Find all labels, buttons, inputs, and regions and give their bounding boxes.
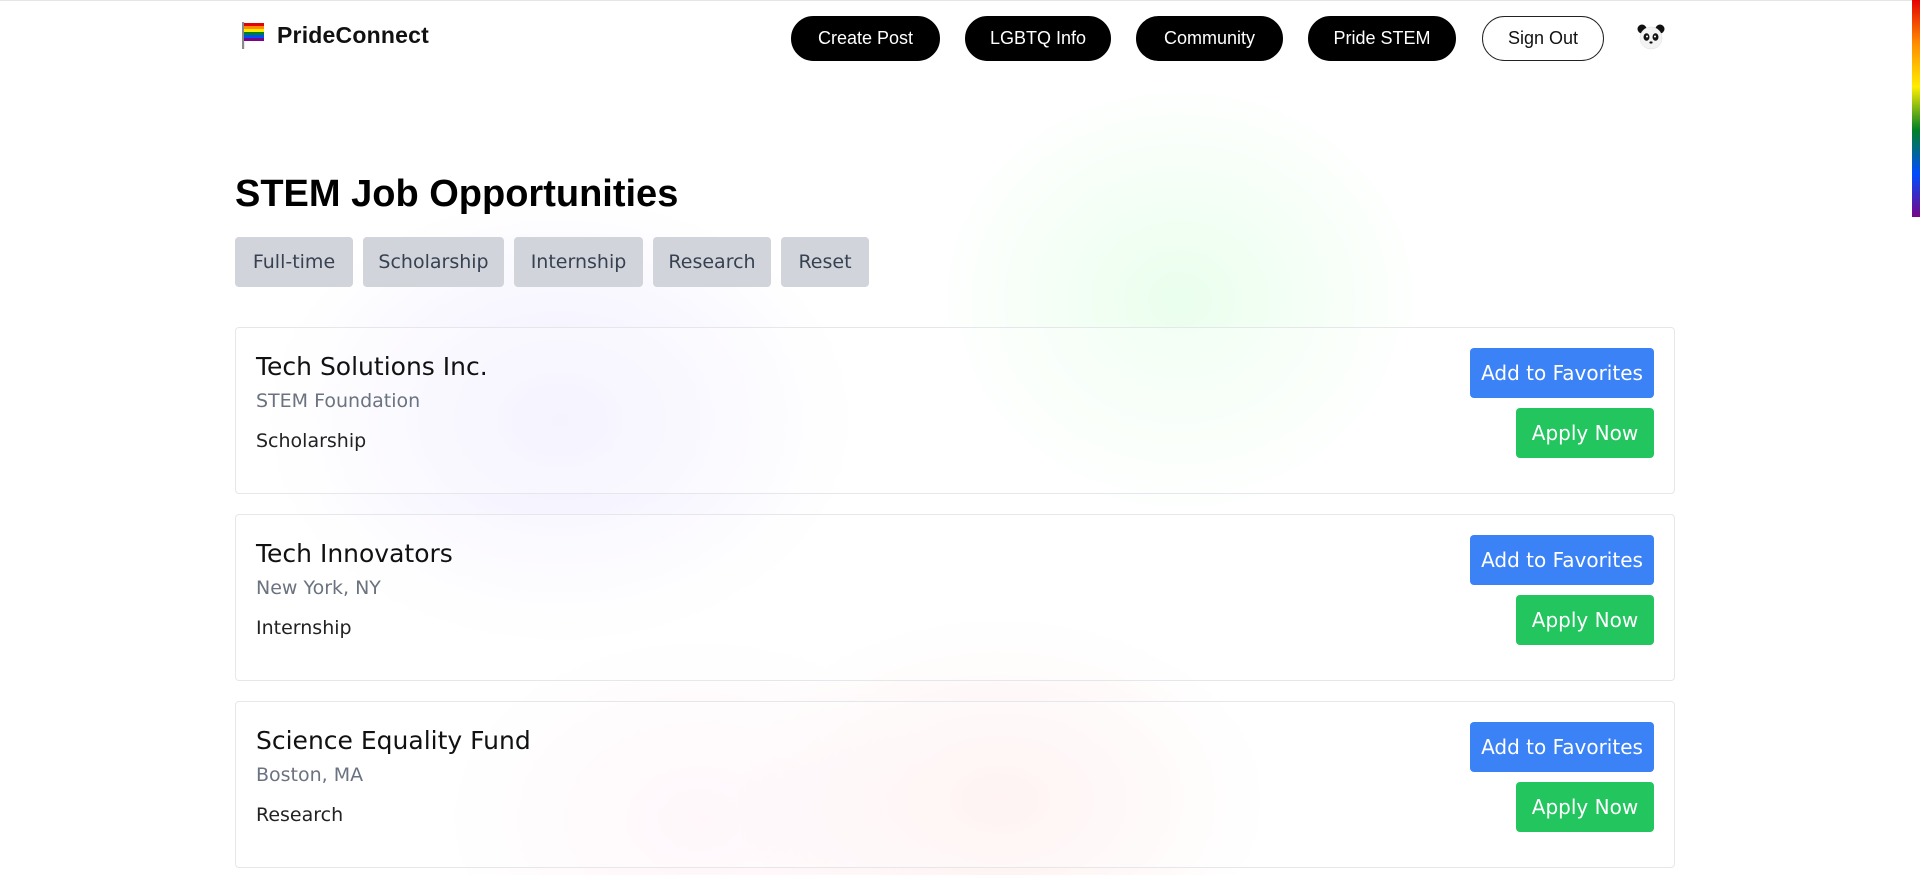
job-subtitle: Boston, MA <box>256 764 364 786</box>
filter-full-time-button[interactable]: Full-time <box>235 237 353 287</box>
page-title: STEM Job Opportunities <box>235 173 679 215</box>
filter-reset-button[interactable]: Reset <box>781 237 869 287</box>
job-card: Tech Solutions Inc. STEM Foundation Scho… <box>235 327 1675 494</box>
job-subtitle: STEM Foundation <box>256 390 421 412</box>
filter-internship-button[interactable]: Internship <box>514 237 643 287</box>
filter-scholarship-button[interactable]: Scholarship <box>363 237 504 287</box>
sign-out-button[interactable]: Sign Out <box>1482 16 1604 61</box>
job-type: Internship <box>256 617 352 639</box>
create-post-button[interactable]: Create Post <box>791 16 940 61</box>
job-type: Scholarship <box>256 430 367 452</box>
community-button[interactable]: Community <box>1136 16 1283 61</box>
job-card: Science Equality Fund Boston, MA Researc… <box>235 701 1675 868</box>
job-title: Science Equality Fund <box>256 726 531 755</box>
apply-now-button[interactable]: Apply Now <box>1516 408 1654 458</box>
job-title: Tech Innovators <box>256 539 453 568</box>
job-subtitle: New York, NY <box>256 577 381 599</box>
panda-avatar-icon[interactable] <box>1636 22 1666 52</box>
pride-stem-button[interactable]: Pride STEM <box>1308 16 1456 61</box>
apply-now-button[interactable]: Apply Now <box>1516 782 1654 832</box>
job-type: Research <box>256 804 344 826</box>
brand-name: PrideConnect <box>277 21 429 48</box>
lgbtq-info-button[interactable]: LGBTQ Info <box>965 16 1111 61</box>
filter-research-button[interactable]: Research <box>653 237 771 287</box>
rainbow-flag-icon <box>242 22 264 49</box>
job-title: Tech Solutions Inc. <box>256 352 488 381</box>
job-card: Tech Innovators New York, NY Internship … <box>235 514 1675 681</box>
add-to-favorites-button[interactable]: Add to Favorites <box>1470 348 1654 398</box>
brand-logo[interactable]: PrideConnect <box>240 20 429 50</box>
top-navbar: PrideConnect Create Post LGBTQ Info Comm… <box>0 0 1920 78</box>
apply-now-button[interactable]: Apply Now <box>1516 595 1654 645</box>
add-to-favorites-button[interactable]: Add to Favorites <box>1470 535 1654 585</box>
add-to-favorites-button[interactable]: Add to Favorites <box>1470 722 1654 772</box>
